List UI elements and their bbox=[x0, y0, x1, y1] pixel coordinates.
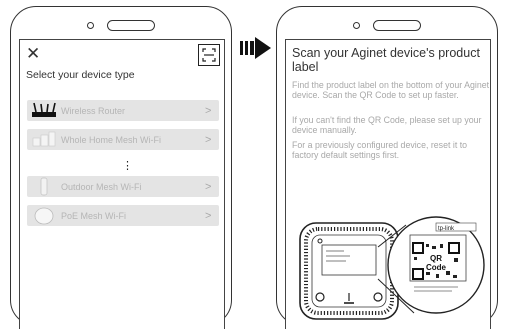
qr-scan-button[interactable] bbox=[198, 44, 220, 66]
left-phone: ✕ Select your device type Wireless Route… bbox=[10, 6, 232, 329]
chevron-right-icon: > bbox=[205, 209, 212, 222]
device-option-outdoor-mesh[interactable]: Outdoor Mesh Wi-Fi > bbox=[27, 176, 219, 197]
device-type-screen: ✕ Select your device type Wireless Route… bbox=[19, 39, 225, 329]
outdoor-icon bbox=[31, 176, 57, 197]
mesh-icon bbox=[31, 129, 57, 150]
product-label-illustration: QR Code tp-link bbox=[299, 216, 485, 320]
device-label: Whole Home Mesh Wi-Fi bbox=[61, 134, 162, 145]
phone-notch bbox=[81, 20, 161, 32]
device-label: Wireless Router bbox=[61, 105, 126, 116]
instruction-text: Find the product label on the bottom of … bbox=[292, 80, 490, 100]
speaker-icon bbox=[107, 20, 155, 31]
device-option-whole-home-mesh[interactable]: Whole Home Mesh Wi-Fi > bbox=[27, 129, 219, 150]
device-label: Outdoor Mesh Wi-Fi bbox=[61, 181, 142, 192]
close-icon[interactable]: ✕ bbox=[26, 45, 40, 62]
instruction-text: For a previously configured device, rese… bbox=[292, 140, 468, 160]
more-options-indicator: ⋮ bbox=[122, 160, 133, 172]
page-title: Scan your Aginet device's product label bbox=[292, 46, 480, 74]
chevron-right-icon: > bbox=[205, 133, 212, 146]
chevron-right-icon: > bbox=[205, 104, 212, 117]
camera-icon bbox=[353, 22, 360, 29]
router-icon bbox=[31, 100, 57, 121]
scan-label-screen: Scan your Aginet device's product label … bbox=[285, 39, 491, 329]
camera-icon bbox=[87, 22, 94, 29]
poe-icon bbox=[31, 205, 57, 226]
speaker-icon bbox=[373, 20, 421, 31]
device-label: PoE Mesh Wi-Fi bbox=[61, 210, 127, 221]
device-option-poe-mesh[interactable]: PoE Mesh Wi-Fi > bbox=[27, 205, 219, 226]
brand-logo-text: tp-link bbox=[438, 226, 455, 232]
instruction-text: If you can't find the QR Code, please se… bbox=[292, 115, 482, 135]
qr-label-text: QR bbox=[430, 254, 442, 263]
device-option-wireless-router[interactable]: Wireless Router > bbox=[27, 100, 219, 121]
page-title: Select your device type bbox=[26, 69, 135, 81]
qr-label-text: Code bbox=[426, 263, 447, 272]
phone-notch bbox=[347, 20, 427, 32]
chevron-right-icon: > bbox=[205, 180, 212, 193]
qr-scan-icon bbox=[202, 48, 216, 62]
right-phone: Scan your Aginet device's product label … bbox=[276, 6, 498, 329]
arrow-right-icon bbox=[240, 37, 271, 59]
